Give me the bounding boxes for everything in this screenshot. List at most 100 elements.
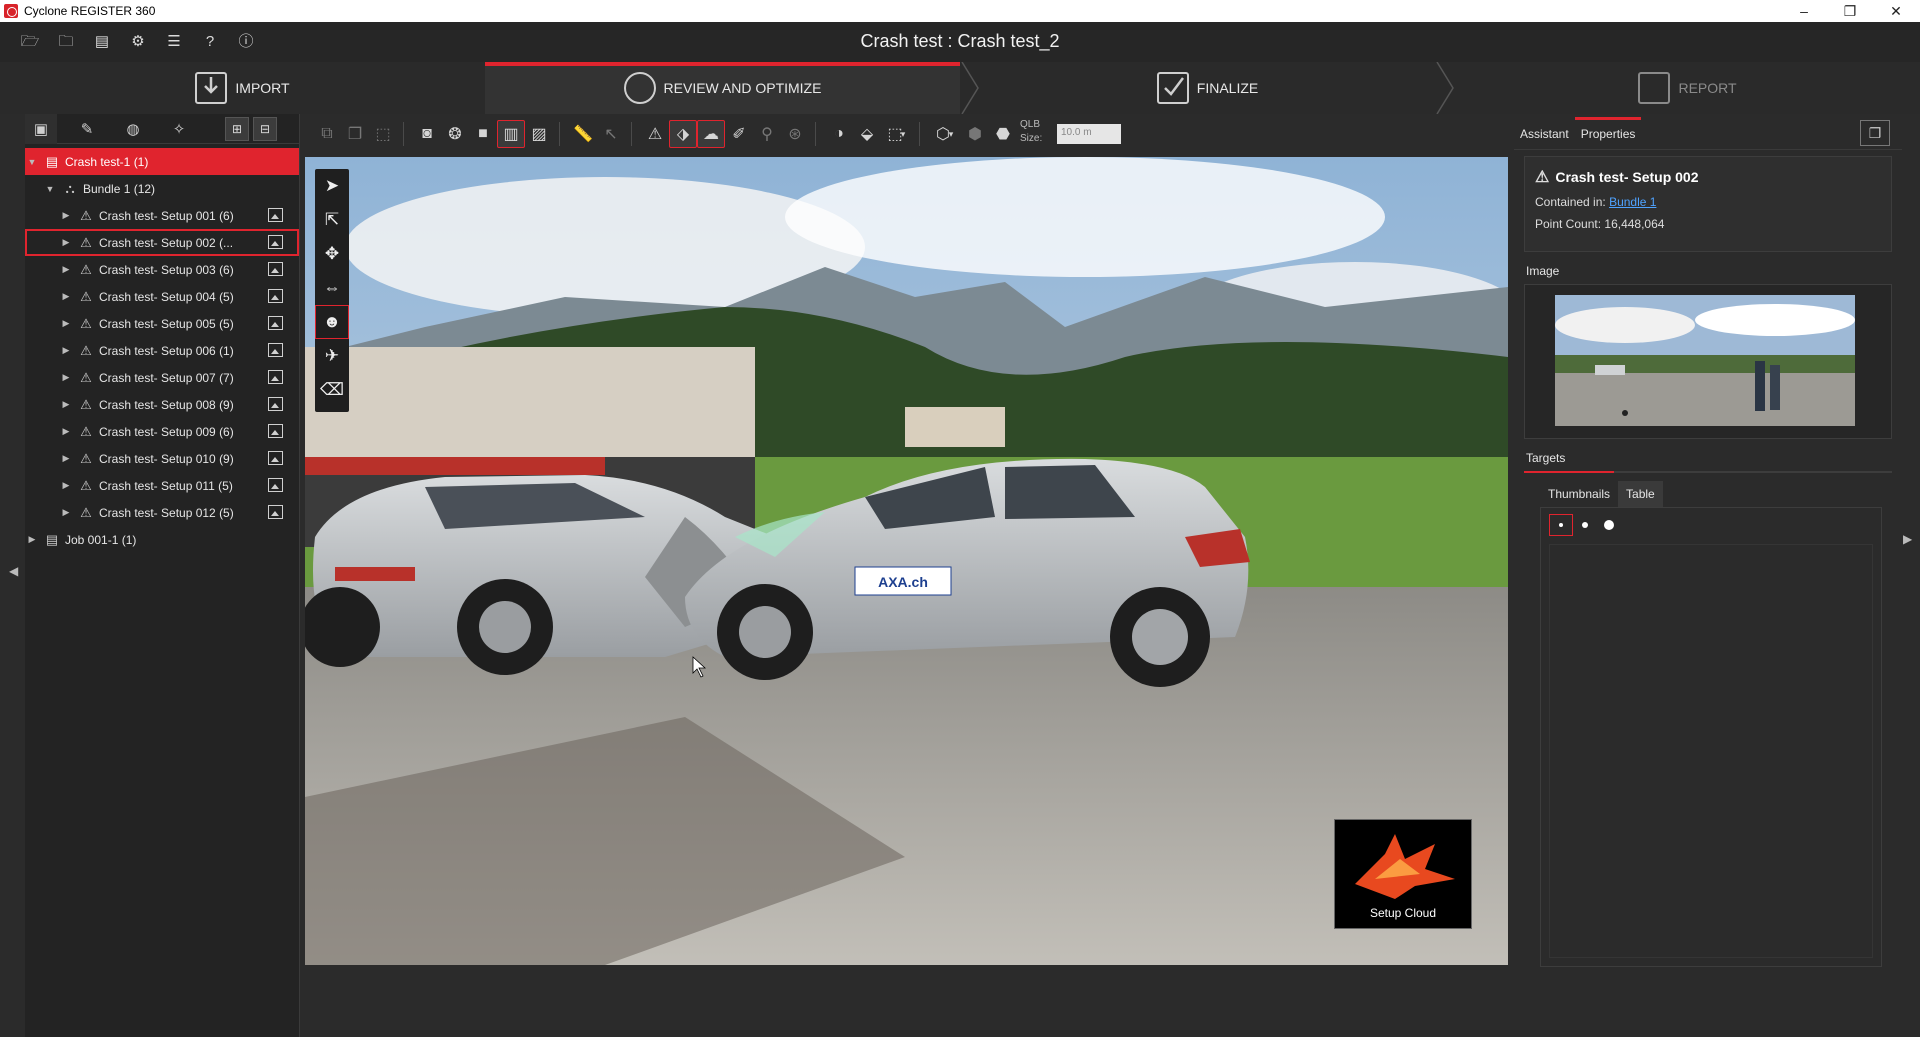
dropdown-arrow-icon[interactable]: ▾	[945, 120, 957, 148]
image-icon[interactable]	[268, 208, 283, 222]
tree-setup-item[interactable]: ▶ ⚠ Crash test- Setup 006 (1)	[25, 337, 299, 364]
panorama-view-icon[interactable]: ▥	[497, 120, 525, 148]
expand-arrow-icon[interactable]: ▶	[59, 453, 73, 464]
duplicate-icon[interactable]: ❐	[341, 120, 369, 148]
dropdown-arrow-icon[interactable]: ▾	[897, 120, 909, 148]
attachment-tab-icon[interactable]: ✎	[71, 114, 103, 144]
image-icon[interactable]	[268, 451, 283, 465]
zoom-extents-icon[interactable]: ⬚	[369, 120, 397, 148]
contained-in-link[interactable]: Bundle 1	[1609, 195, 1656, 209]
location-pin-icon[interactable]: ⚲	[753, 120, 781, 148]
medium-size-icon[interactable]	[1573, 514, 1597, 536]
qlb-size-field[interactable]: 10.0 m	[1057, 124, 1121, 144]
float-window-icon[interactable]: ❐	[1860, 120, 1890, 146]
image-icon[interactable]	[268, 397, 283, 411]
tab-thumbnails[interactable]: Thumbnails	[1540, 481, 1618, 507]
expand-arrow-icon[interactable]: ▶	[59, 264, 73, 275]
tree-setup-item[interactable]: ▶ ⚠ Crash test- Setup 012 (5)	[25, 499, 299, 526]
expand-all-button[interactable]: ⊞	[225, 116, 249, 141]
palette-icon[interactable]: ⬙	[853, 120, 881, 148]
tree-setup-item[interactable]: ▶ ⚠ Crash test- Setup 010 (9)	[25, 445, 299, 472]
cloud-icon[interactable]: ☁	[697, 120, 725, 148]
eraser-icon[interactable]: ⌫	[315, 373, 349, 407]
expand-arrow-icon[interactable]: ▶	[59, 318, 73, 329]
maximize-button[interactable]: ❐	[1827, 0, 1873, 22]
small-size-icon[interactable]	[1549, 514, 1573, 536]
step-review[interactable]: REVIEW AND OPTIMIZE	[485, 62, 960, 114]
first-person-icon[interactable]: ☻	[315, 305, 349, 339]
tree-setup-item[interactable]: ▶ ⚠ Crash test- Setup 003 (6)	[25, 256, 299, 283]
target-pin-icon[interactable]: ⊛	[781, 120, 809, 148]
expand-arrow-icon[interactable]: ▶	[25, 534, 39, 545]
setup-warning-icon[interactable]: ⚠	[641, 120, 669, 148]
step-finalize[interactable]: FINALIZE	[980, 62, 1435, 114]
step-report[interactable]: REPORT	[1455, 62, 1920, 114]
large-size-icon[interactable]	[1597, 514, 1621, 536]
tag-icon[interactable]: ⬗	[669, 120, 697, 148]
camera-icon[interactable]: ◙	[413, 120, 441, 148]
expand-arrow-icon[interactable]: ▶	[59, 291, 73, 302]
folder-tab-icon[interactable]: ▣	[25, 113, 57, 144]
copy-icon[interactable]: ⧉	[313, 120, 341, 148]
setup-thumbnail-image[interactable]	[1555, 295, 1855, 426]
tree-setup-item[interactable]: ▶ ⚠ Crash test- Setup 009 (6)	[25, 418, 299, 445]
expand-arrow-icon[interactable]: ▶	[59, 345, 73, 356]
image-icon[interactable]	[268, 505, 283, 519]
pen-icon[interactable]: ✐	[725, 120, 753, 148]
image-icon[interactable]	[268, 289, 283, 303]
expand-arrow-icon[interactable]: ▶	[59, 480, 73, 491]
ruler-icon[interactable]: 📏	[569, 120, 597, 148]
select-pointer-icon[interactable]: ➤	[315, 169, 349, 203]
spheres-icon[interactable]: ❂	[441, 120, 469, 148]
globe-tab-icon[interactable]: ◍	[117, 114, 149, 144]
tree-setup-item[interactable]: ▶ ⚠ Crash test- Setup 001 (6)	[25, 202, 299, 229]
qlb-cube-icon[interactable]: ⬢	[961, 120, 989, 148]
setup-cloud-overlay[interactable]: Setup Cloud	[1334, 819, 1472, 929]
tree-setup-item[interactable]: ▶ ⚠ Crash test- Setup 011 (5)	[25, 472, 299, 499]
tree-job[interactable]: ▶ ▤ Job 001-1 (1)	[25, 526, 299, 553]
tree-setup-item[interactable]: ▶ ⚠ Crash test- Setup 008 (9)	[25, 391, 299, 418]
image-icon[interactable]	[268, 478, 283, 492]
image-icon[interactable]	[268, 316, 283, 330]
expand-right-arrow-icon[interactable]: ▶	[1903, 532, 1912, 546]
image-icon[interactable]	[268, 424, 283, 438]
pan-icon[interactable]: ⇔	[315, 271, 349, 305]
tree-setup-item[interactable]: ▶ ⚠ Crash test- Setup 004 (5)	[25, 283, 299, 310]
close-button[interactable]: ✕	[1873, 0, 1919, 22]
step-import[interactable]: IMPORT	[0, 62, 485, 114]
orbit-icon[interactable]: ✥	[315, 237, 349, 271]
tab-table[interactable]: Table	[1618, 481, 1663, 507]
measure-pointer-icon[interactable]: ↖	[597, 120, 625, 148]
3d-viewport[interactable]: AXA.ch ➤ ⇱ ✥ ⇔ ☻ ✈ ⌫ Setup Cloud	[305, 157, 1508, 965]
image-icon[interactable]	[268, 343, 283, 357]
square-icon[interactable]: ■	[469, 120, 497, 148]
expand-arrow-icon[interactable]: ▶	[59, 399, 73, 410]
setup-cloud-thumbnail	[1355, 834, 1455, 899]
minimize-button[interactable]: –	[1781, 0, 1827, 22]
expand-arrow-icon[interactable]: ▼	[43, 184, 57, 194]
image-icon[interactable]	[268, 370, 283, 384]
expand-arrow-icon[interactable]: ▶	[59, 507, 73, 518]
expand-arrow-icon[interactable]: ▶	[59, 210, 73, 221]
star-tab-icon[interactable]: ✧	[163, 114, 195, 144]
expand-arrow-icon[interactable]: ▶	[59, 372, 73, 383]
qlb-measure-icon[interactable]: ⬣	[989, 120, 1017, 148]
expand-arrow-icon[interactable]: ▼	[25, 157, 39, 167]
color-mode-icon[interactable]: ◑	[825, 120, 853, 148]
tree-bundle[interactable]: ▼ ⛬ Bundle 1 (12)	[25, 175, 299, 202]
expand-arrow-icon[interactable]: ▶	[59, 237, 73, 248]
fly-icon[interactable]: ✈	[315, 339, 349, 373]
image-icon[interactable]	[268, 235, 283, 249]
image-icon[interactable]: ▨	[525, 120, 553, 148]
image-icon[interactable]	[268, 262, 283, 276]
tab-assistant[interactable]: Assistant	[1514, 127, 1575, 149]
collapse-left-arrow-icon[interactable]: ◀	[9, 564, 18, 578]
collapse-all-button[interactable]: ⊟	[253, 116, 277, 141]
tree-setup-item[interactable]: ▶ ⚠ Crash test- Setup 007 (7)	[25, 364, 299, 391]
tree-setup-item[interactable]: ▶ ⚠ Crash test- Setup 002 (...	[25, 229, 299, 256]
expand-arrow-icon[interactable]: ▶	[59, 426, 73, 437]
fence-select-icon[interactable]: ⇱	[315, 203, 349, 237]
tree-setup-item[interactable]: ▶ ⚠ Crash test- Setup 005 (5)	[25, 310, 299, 337]
tree-root[interactable]: ▼ ▤ Crash test-1 (1)	[25, 148, 299, 175]
tab-properties[interactable]: Properties	[1574, 117, 1642, 149]
